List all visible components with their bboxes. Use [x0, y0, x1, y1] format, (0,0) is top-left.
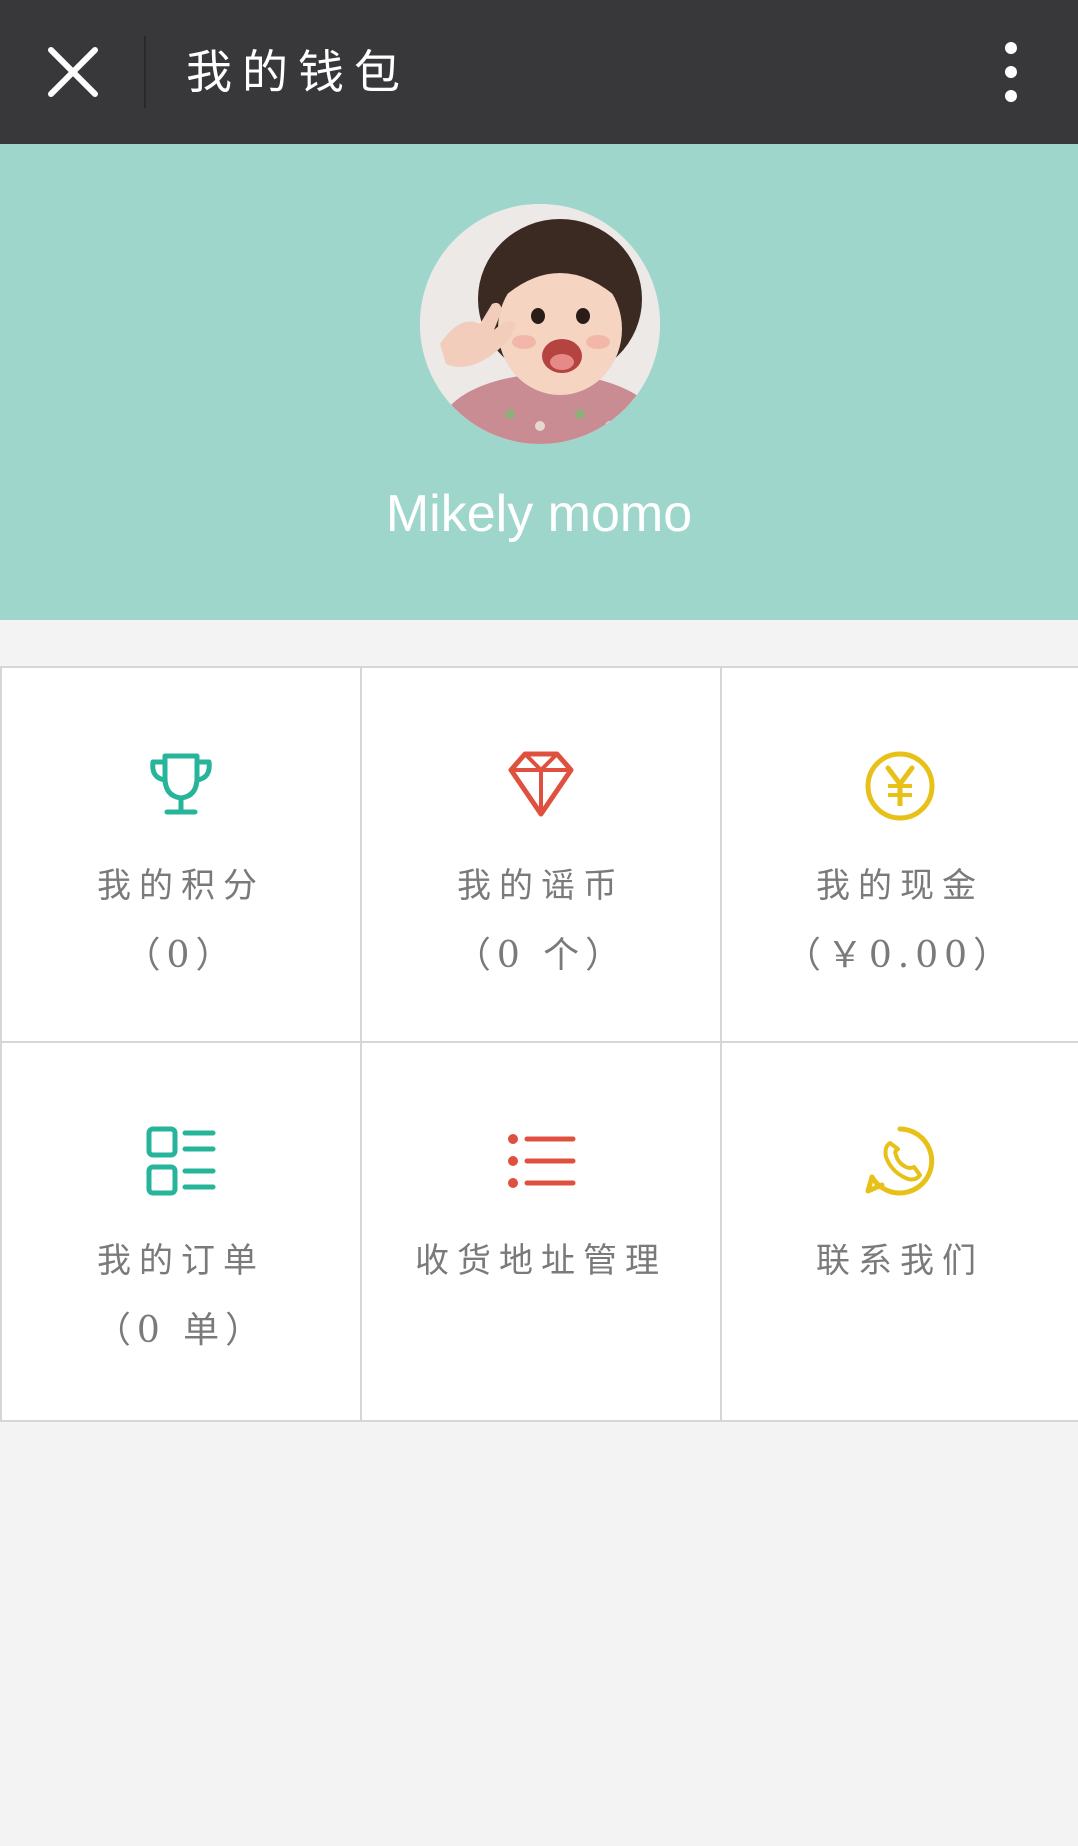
order-list-icon [146, 1126, 216, 1196]
close-icon [48, 47, 98, 97]
orders-tile[interactable]: 我的订单 （0 单） [2, 1043, 360, 1420]
coins-tile[interactable]: 我的谣币 （0 个） [362, 668, 720, 1041]
phone-icon [865, 1126, 935, 1196]
avatar[interactable] [420, 204, 660, 444]
avatar-image [420, 204, 660, 444]
more-button[interactable] [966, 27, 1056, 117]
orders-value: （0 单） [94, 1310, 268, 1351]
top-bar: 我的钱包 [0, 0, 1078, 144]
cash-label: 我的现金 [816, 866, 984, 906]
page-title: 我的钱包 [186, 45, 410, 99]
more-vertical-icon [1005, 42, 1017, 102]
diamond-icon [508, 751, 574, 817]
address-tile[interactable]: 收货地址管理 [362, 1043, 720, 1420]
username: Mikely momo [385, 485, 693, 543]
cash-value: （￥0.00） [784, 935, 1016, 976]
profile-header: Mikely momo [0, 144, 1078, 620]
header-divider [144, 36, 146, 108]
address-label: 收货地址管理 [415, 1241, 667, 1281]
orders-label: 我的订单 [97, 1241, 265, 1281]
wallet-menu-grid: 我的积分 （0） 我的谣币 （0 个） 我的现金 （￥0.00） 我的订单 （0… [0, 666, 1078, 1422]
points-label: 我的积分 [97, 866, 265, 906]
coins-value: （0 个） [454, 935, 628, 976]
contact-tile[interactable]: 联系我们 [722, 1043, 1078, 1420]
close-button[interactable] [28, 27, 118, 117]
yen-coin-icon [865, 751, 935, 821]
coins-label: 我的谣币 [457, 866, 625, 906]
points-value: （0） [124, 935, 238, 976]
contact-label: 联系我们 [816, 1241, 984, 1281]
list-icon [508, 1134, 576, 1188]
cash-tile[interactable]: 我的现金 （￥0.00） [722, 668, 1078, 1041]
trophy-icon [150, 753, 212, 815]
points-tile[interactable]: 我的积分 （0） [2, 668, 360, 1041]
